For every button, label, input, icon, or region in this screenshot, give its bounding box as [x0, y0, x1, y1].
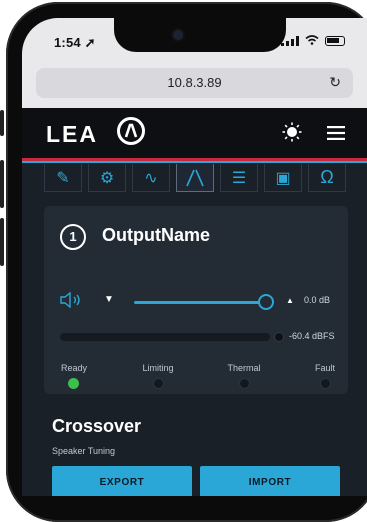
crossover-subtitle: Speaker Tuning	[52, 446, 116, 456]
mute-switch	[0, 110, 4, 136]
speaker-box-icon: ▣	[275, 169, 291, 187]
wave-icon: ∿	[144, 169, 158, 187]
indicator-fault-led	[320, 378, 331, 389]
brightness-icon[interactable]	[282, 122, 302, 147]
screen: 1:54 ➚ 10.8.3.89 ↻ LEA ✎ ⚙ ∿ ☰ ▣ Ω 1 Out…	[22, 18, 367, 496]
gear-icon: ⚙	[99, 169, 115, 187]
sliders-icon: ☰	[231, 169, 247, 187]
tab-impedance[interactable]: Ω	[308, 164, 346, 192]
tab-brush[interactable]: ✎	[44, 164, 82, 192]
volume-up-button	[0, 160, 4, 208]
indicator-limiting-led	[153, 378, 164, 389]
indicator-ready-label: Ready	[60, 363, 87, 373]
crossover-icon	[186, 169, 204, 186]
indicator-fault-label: Fault	[314, 363, 335, 373]
indicator-ready-led	[68, 378, 79, 389]
level-meter	[60, 333, 270, 341]
speaker-volume-icon[interactable]	[60, 291, 88, 313]
status-time: 1:54 ➚	[54, 35, 96, 50]
tab-speaker[interactable]: ▣	[264, 164, 302, 192]
indicator-limiting-label: Limiting	[142, 363, 174, 373]
clip-indicator	[274, 332, 284, 342]
browser-toolbar: 10.8.3.89 ↻	[22, 64, 367, 108]
import-button[interactable]: IMPORT	[200, 466, 340, 496]
phone-frame: 1:54 ➚ 10.8.3.89 ↻ LEA ✎ ⚙ ∿ ☰ ▣ Ω 1 Out…	[0, 0, 367, 522]
output-card: 1 OutputName ▼ ▲ 0.0 dB -60.4 dBFS Ready…	[44, 206, 348, 394]
chevron-down-icon[interactable]: ▼	[104, 294, 114, 305]
tab-mixer[interactable]: ☰	[220, 164, 258, 192]
app-header: LEA	[22, 108, 367, 158]
wifi-icon	[305, 34, 319, 48]
tab-settings[interactable]: ⚙	[88, 164, 126, 192]
hamburger-menu-icon[interactable]	[327, 126, 345, 145]
meter-value: -60.4 dBFS	[289, 331, 335, 341]
gain-slider-track[interactable]	[134, 301, 266, 304]
crossover-title: Crossover	[52, 416, 142, 436]
gain-slider-handle[interactable]	[258, 294, 274, 310]
indicator-thermal-label: Thermal	[227, 363, 261, 373]
url-text: 10.8.3.89	[167, 75, 222, 90]
export-button[interactable]: EXPORT	[52, 466, 192, 496]
gain-value: 0.0 dB	[304, 295, 331, 305]
status-icons	[281, 34, 345, 48]
tab-eq[interactable]: ∿	[132, 164, 170, 192]
gain-up-icon: ▲	[286, 296, 294, 305]
tab-bar: ✎ ⚙ ∿ ☰ ▣ Ω	[44, 164, 367, 194]
brand-logo: LEA	[46, 121, 98, 147]
tab-crossover[interactable]	[176, 164, 214, 192]
front-camera	[173, 30, 183, 40]
battery-icon	[325, 36, 345, 46]
brand-mark-icon	[117, 117, 145, 145]
indicator-thermal-led	[239, 378, 250, 389]
brush-icon: ✎	[56, 169, 70, 187]
output-name: OutputName	[102, 225, 210, 245]
reload-icon[interactable]: ↻	[329, 74, 341, 91]
omega-icon: Ω	[320, 167, 334, 187]
output-number-badge: 1	[60, 224, 86, 250]
address-bar[interactable]: 10.8.3.89 ↻	[36, 68, 353, 98]
volume-down-button	[0, 218, 4, 266]
brand-stripe-blue	[22, 161, 367, 163]
notch	[114, 18, 286, 52]
